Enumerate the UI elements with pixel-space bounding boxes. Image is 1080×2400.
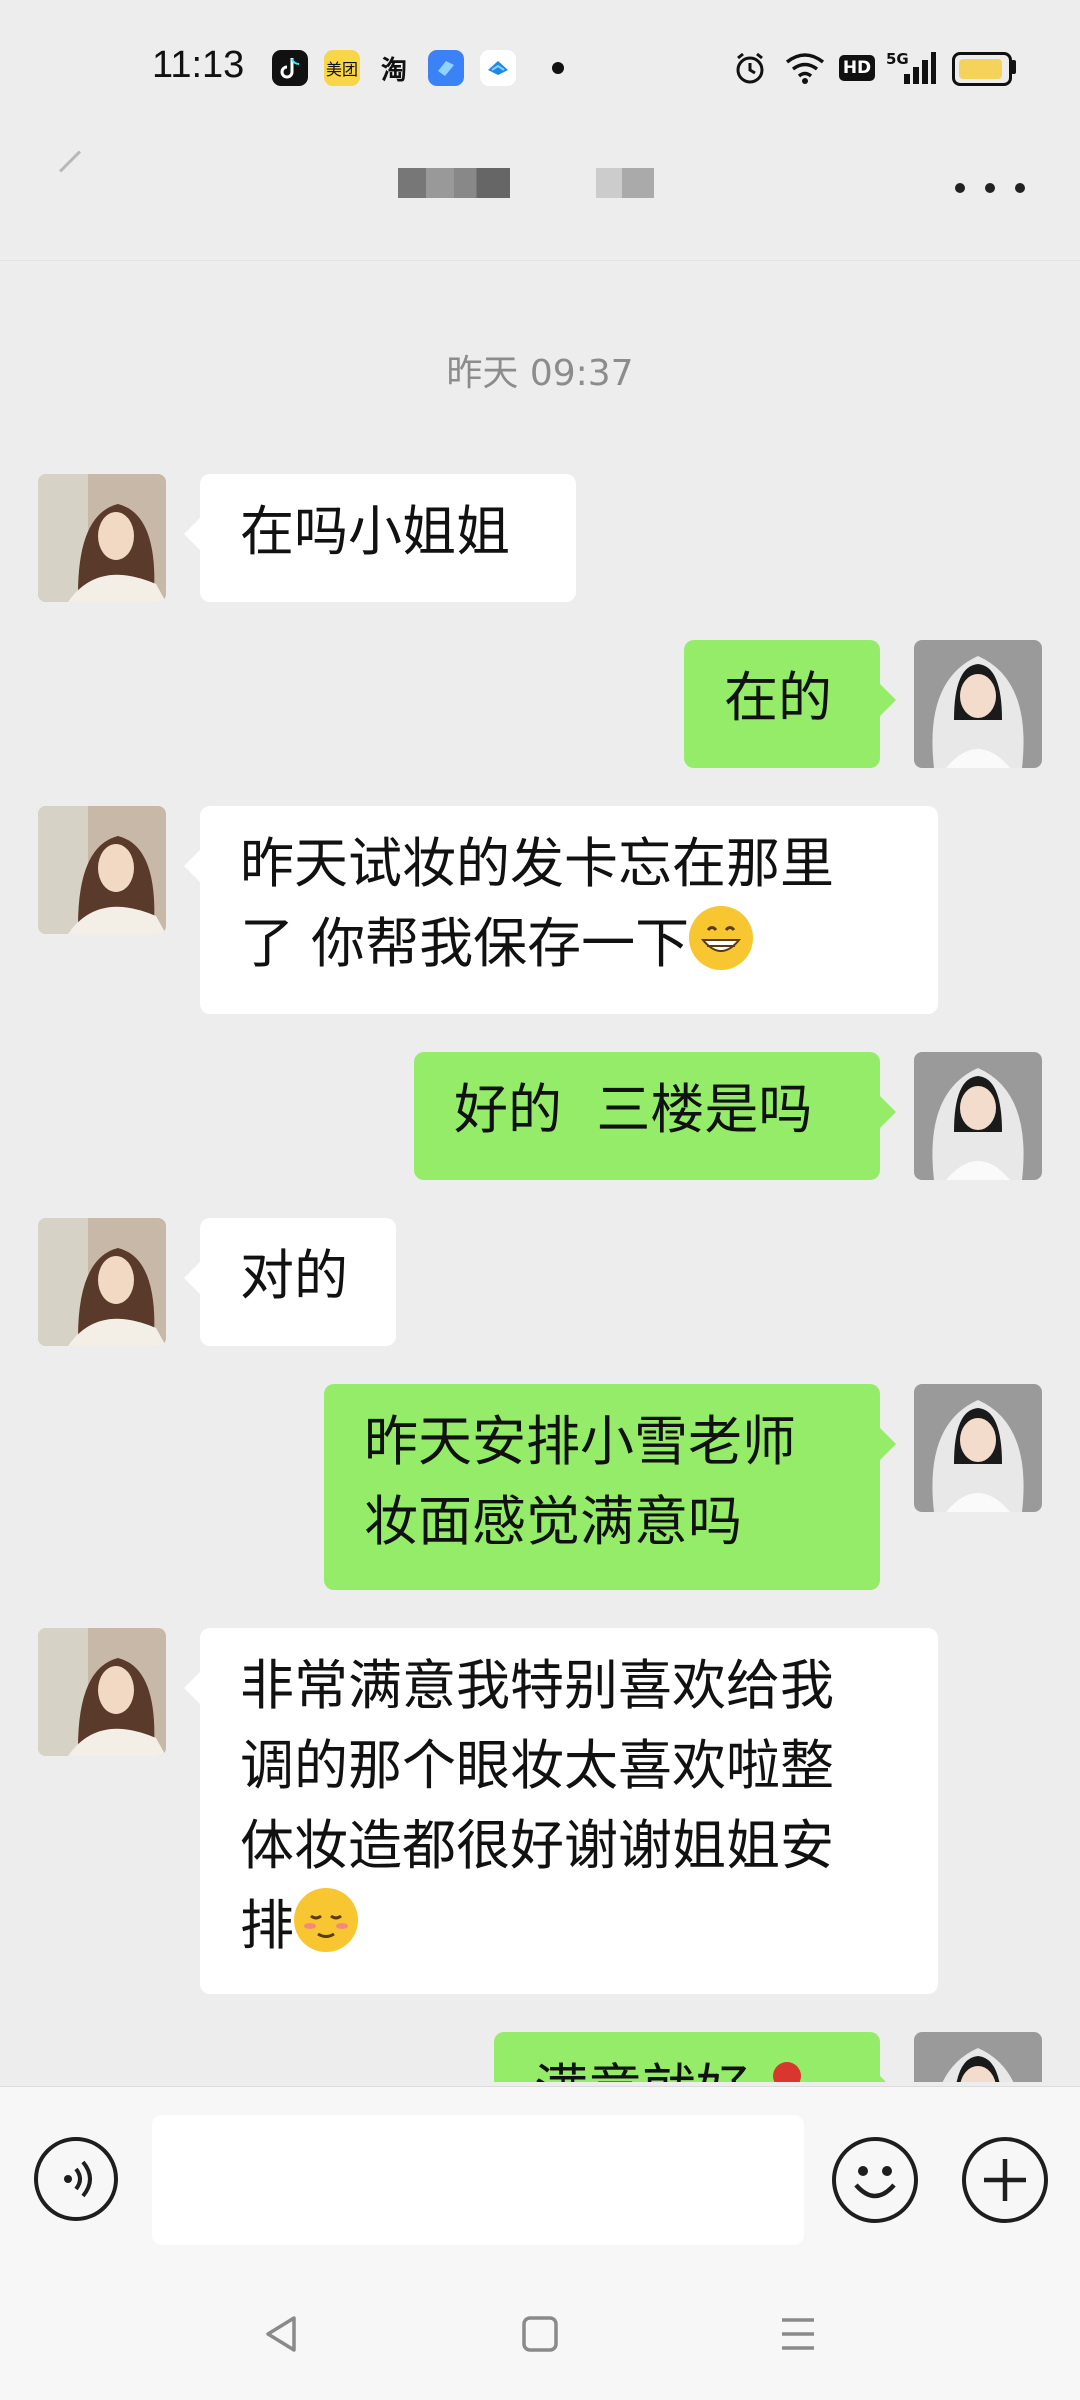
signal-5g-icon: 5G xyxy=(886,50,936,86)
more-dot xyxy=(955,183,965,193)
message-text-line: 体妆造都很好谢谢姐姐安 xyxy=(240,1814,834,1877)
chat-message-list[interactable]: 昨天 09:37 在吗小姐姐 在的 昨天试妆的发卡忘在那里 了 你帮我保存一下 … xyxy=(0,262,1080,2082)
notification-dot-icon xyxy=(552,62,564,74)
message-text: 在的 xyxy=(724,666,832,729)
message-bubble-outgoing[interactable]: 在的 xyxy=(684,640,896,768)
message-text: 好的 三楼是吗 xyxy=(454,1078,813,1141)
message-timestamp: 昨天 09:37 xyxy=(446,353,634,394)
message-text-line: 昨天安排小雪老师 xyxy=(364,1410,796,1473)
system-back-button[interactable] xyxy=(258,2310,306,2358)
plus-icon xyxy=(984,2159,1026,2201)
voice-icon xyxy=(64,2160,92,2198)
message-bubble-outgoing[interactable]: 满意就好 xyxy=(494,2032,896,2082)
battery-cap xyxy=(1011,60,1016,74)
system-menu-button[interactable] xyxy=(774,2310,822,2358)
my-avatar[interactable] xyxy=(914,2032,1042,2082)
more-button[interactable] xyxy=(955,168,1025,208)
emoji-button[interactable] xyxy=(832,2137,918,2223)
message-bubble-outgoing[interactable]: 好的 三楼是吗 xyxy=(414,1052,896,1180)
my-avatar[interactable] xyxy=(914,640,1042,768)
status-bar: 11:13 美团 淘 HD 5G xyxy=(0,0,1080,130)
battery-level xyxy=(959,59,1003,79)
message-bubble-incoming[interactable]: 昨天试妆的发卡忘在那里 了 你帮我保存一下 xyxy=(184,806,938,1014)
more-dot xyxy=(1015,183,1025,193)
system-navigation-bar xyxy=(0,2270,1080,2400)
more-functions-button[interactable] xyxy=(962,2137,1048,2223)
message-text-line: 非常满意我特别喜欢给我 xyxy=(240,1654,834,1717)
message-text-line: 调的那个眼妆太喜欢啦整 xyxy=(240,1734,834,1797)
douyin-icon xyxy=(272,50,308,86)
battery-icon xyxy=(952,52,1012,86)
contact-avatar[interactable] xyxy=(38,1218,166,1346)
message-bubble-incoming[interactable]: 对的 xyxy=(184,1218,396,1346)
more-dot xyxy=(985,183,995,193)
hd-icon: HD xyxy=(838,50,876,86)
rose-emoji-icon xyxy=(767,2056,807,2082)
message-text-line: 排 xyxy=(240,1894,294,1957)
contact-avatar[interactable] xyxy=(38,1628,166,1756)
wifi-icon xyxy=(784,50,826,86)
contact-avatar[interactable] xyxy=(38,474,166,602)
taobao-icon: 淘 xyxy=(376,50,412,86)
hd-label: HD xyxy=(838,55,876,81)
my-avatar[interactable] xyxy=(914,1052,1042,1180)
message-text-line: 了 你帮我保存一下 xyxy=(240,912,690,975)
meituan-icon: 美团 xyxy=(324,50,360,86)
my-avatar[interactable] xyxy=(914,1384,1042,1512)
message-text: 对的 xyxy=(240,1244,348,1307)
message-bubble-incoming[interactable]: 非常满意我特别喜欢给我 调的那个眼妆太喜欢啦整 体妆造都很好谢谢姐姐安 排 xyxy=(184,1628,938,1994)
voice-button[interactable] xyxy=(34,2137,118,2221)
message-text: 满意就好 xyxy=(534,2058,750,2082)
feishu-icon xyxy=(428,50,464,86)
message-input[interactable] xyxy=(152,2115,804,2245)
alarm-icon xyxy=(732,50,768,86)
message-text-line: 妆面感觉满意吗 xyxy=(364,1490,742,1553)
blurred-title-block xyxy=(596,168,654,198)
smiley-icon xyxy=(854,2166,896,2199)
menu-lines-icon xyxy=(782,2318,814,2350)
message-bubble-incoming[interactable]: 在吗小姐姐 xyxy=(184,474,576,602)
taobao-label: 淘 xyxy=(380,55,407,86)
message-bubble-outgoing[interactable]: 昨天安排小雪老师 妆面感觉满意吗 xyxy=(324,1384,896,1590)
grinning-emoji-icon xyxy=(689,906,754,970)
home-square-icon xyxy=(522,2316,558,2352)
zhifubao-icon xyxy=(480,50,516,86)
message-text-line: 昨天试妆的发卡忘在那里 xyxy=(240,832,834,895)
status-time: 11:13 xyxy=(152,44,245,86)
message-input-bar xyxy=(0,2086,1080,2271)
system-home-button[interactable] xyxy=(516,2310,564,2358)
message-text: 在吗小姐姐 xyxy=(240,500,510,563)
relieved-emoji-icon xyxy=(294,1888,358,1952)
contact-avatar[interactable] xyxy=(38,806,166,934)
meituan-label: 美团 xyxy=(325,60,358,79)
blurred-title-block xyxy=(398,168,510,198)
chat-header xyxy=(0,130,1080,261)
back-triangle-icon xyxy=(266,2316,296,2352)
